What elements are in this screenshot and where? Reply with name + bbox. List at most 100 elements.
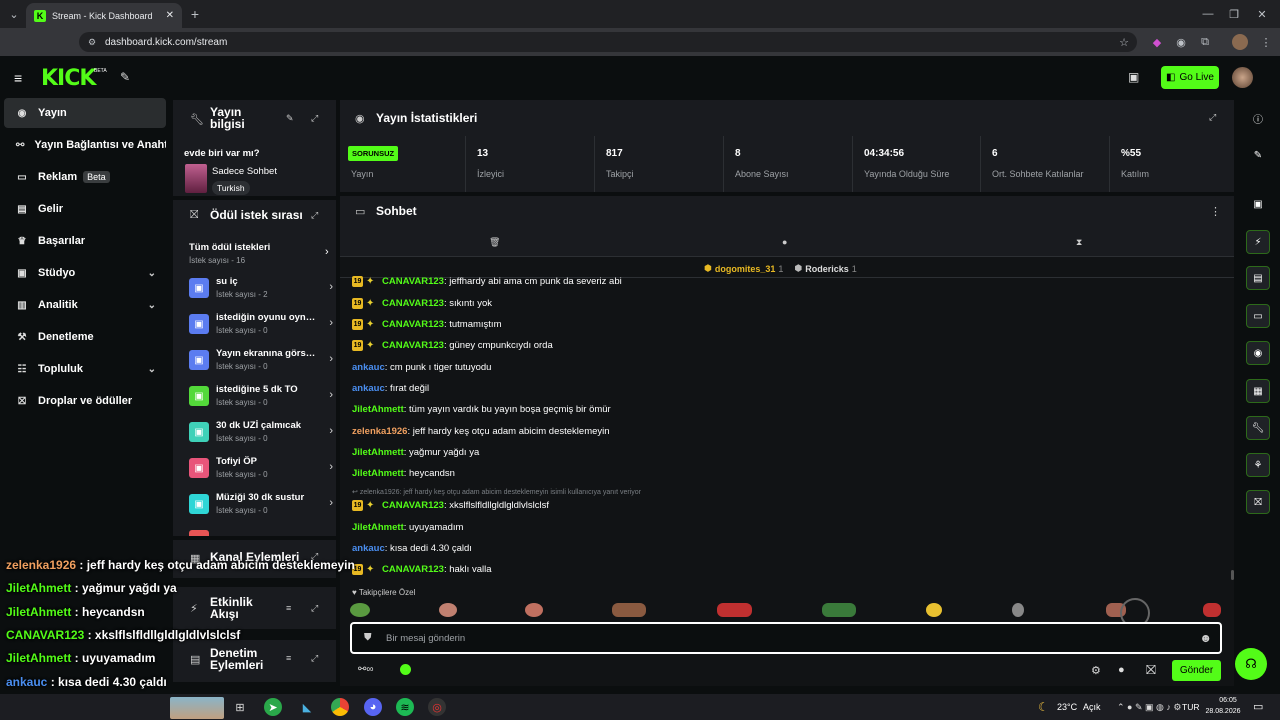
extension-icon[interactable]: ◆	[1149, 34, 1165, 50]
tab-close-icon[interactable]: ✕	[166, 10, 174, 21]
chat-message[interactable]: JiletAhmett: tüm yayın vardık bu yayın b…	[352, 402, 611, 416]
chat-username[interactable]: CANAVAR123	[382, 340, 444, 351]
sidebar-item-reklam[interactable]: ▭ Reklam Beta	[4, 162, 166, 192]
chat-message[interactable]: 19 ✦ CANAVAR123: sıkıntı yok	[352, 296, 492, 310]
expand-icon[interactable]: ⤢	[311, 603, 318, 614]
emote-icon[interactable]	[612, 603, 646, 617]
chat-message[interactable]: JiletAhmett: heycandsn	[352, 466, 455, 480]
expand-icon[interactable]: ⤢	[1209, 112, 1216, 123]
channel-rail-icon[interactable]: ▦	[1246, 379, 1270, 403]
stats-rail-icon[interactable]: ◉	[1246, 341, 1270, 365]
tray-icons[interactable]: ⌃ ● ✎ ▣ ◍ ♪ ⚙	[1117, 702, 1181, 713]
emote-icon[interactable]	[439, 603, 457, 617]
expand-icon[interactable]: ⤢	[311, 210, 318, 221]
chat-username[interactable]: JiletAhmett	[352, 468, 404, 479]
weather-temp[interactable]: 23°C	[1057, 702, 1077, 712]
chat-bubble-icon[interactable]: ●	[782, 237, 787, 247]
chat-message[interactable]: ankauc: cm punk ı tiger tutuyodu	[352, 360, 491, 374]
emoji-icon[interactable]: ☻	[1199, 631, 1212, 645]
sidebar-item-studyo[interactable]: ▣ Stüdyo ⌄	[4, 258, 166, 288]
emote-icon[interactable]	[350, 603, 370, 617]
extensions-puzzle-icon[interactable]: ⧉	[1197, 34, 1213, 50]
filter-icon[interactable]: ≡	[286, 653, 291, 663]
kick-points-icon[interactable]	[400, 664, 411, 675]
chat-message[interactable]: 19 ✦ CANAVAR123: güney cmpunkcıydı orda	[352, 338, 553, 352]
emote-icon[interactable]	[525, 603, 543, 617]
chat-username[interactable]: CANAVAR123	[382, 564, 444, 575]
sidebar-item-gelir[interactable]: ▤ Gelir	[4, 194, 166, 224]
expand-icon[interactable]: ⤢	[311, 113, 318, 124]
notifications-icon[interactable]: ▭	[1253, 700, 1263, 713]
restore-icon[interactable]: ❐	[1226, 6, 1242, 22]
reward-item[interactable]: ▣ 30 dk UZİ çalmıcak İstek sayısı - 0 ›	[189, 420, 333, 450]
send-button[interactable]: Gönder	[1172, 660, 1221, 681]
window-close-icon[interactable]: ✕	[1254, 6, 1270, 22]
chat-username[interactable]: ankauc	[352, 383, 385, 394]
kick-logo[interactable]: KICK	[41, 66, 96, 91]
chat-username[interactable]: CANAVAR123	[382, 298, 444, 309]
chat-message[interactable]: 19 ✦ CANAVAR123: tutmamıştım	[352, 317, 502, 331]
filter-icon[interactable]: ≡	[286, 603, 291, 613]
category-name[interactable]: Sadece Sohbet	[212, 166, 277, 177]
emote-icon[interactable]	[822, 603, 856, 617]
wrench-rail-icon[interactable]: 🔧︎	[1246, 416, 1270, 440]
hamburger-menu-icon[interactable]: ≡	[14, 70, 22, 86]
chevron-right-icon[interactable]: ›	[325, 246, 329, 258]
emote-icon[interactable]	[1012, 603, 1024, 617]
clock-time[interactable]: 06:05	[1213, 697, 1243, 704]
chrome-menu-icon[interactable]: ⋮	[1258, 34, 1274, 50]
chat-username[interactable]: ankauc	[352, 362, 385, 373]
omnibox[interactable]: ⚙ dashboard.kick.com/stream ☆	[79, 32, 1137, 52]
wallet-rail-icon[interactable]: ▣	[1246, 192, 1270, 216]
chat-username[interactable]: JiletAhmett	[352, 522, 404, 533]
extension-2-icon[interactable]: ◉	[1173, 34, 1189, 50]
trash-icon[interactable]: 🗑︎	[489, 237, 500, 248]
obs-taskbar-icon[interactable]: ◎	[428, 698, 446, 716]
activity-rail-icon[interactable]: ⚘	[1246, 453, 1270, 477]
chat-message[interactable]: zelenka1926: jeff hardy keş otçu adam ab…	[352, 424, 610, 438]
user-avatar[interactable]	[1232, 67, 1253, 88]
edit-icon[interactable]: ✎	[286, 113, 294, 124]
profile-avatar[interactable]	[1232, 34, 1248, 50]
reward-item[interactable]: ▣ su iç İstek sayısı - 2 ›	[189, 276, 333, 306]
sidebar-item-yayin[interactable]: ◉ Yayın	[4, 98, 166, 128]
emote-icon[interactable]	[1203, 603, 1221, 617]
settings-icon[interactable]: ⚙	[1091, 664, 1101, 677]
taskbar-app-icon[interactable]: ➤	[264, 698, 282, 716]
info-icon[interactable]: ⓘ	[1246, 106, 1270, 130]
chat-username[interactable]: JiletAhmett	[352, 404, 404, 415]
bookmark-star-icon[interactable]: ☆	[1119, 36, 1129, 49]
sidebar-item-analitik[interactable]: ▥ Analitik ⌄	[4, 290, 166, 320]
reward-item[interactable]: ▣ istediğine 5 dk TO İstek sayısı - 0 ›	[189, 384, 333, 414]
sidebar-item-denetleme[interactable]: ⚒ Denetleme	[4, 322, 166, 352]
new-tab-icon[interactable]: +	[187, 6, 203, 22]
chat-scrollbar[interactable]	[1231, 570, 1234, 580]
hourglass-icon[interactable]: ⧗	[1076, 237, 1082, 248]
chat-message[interactable]: 19 ✦ CANAVAR123: jeffhardy abi ama cm punk…	[352, 276, 622, 287]
chat-users-icon[interactable]: ●	[1118, 664, 1125, 676]
chat-message[interactable]: JiletAhmett: yağmur yağdı ya	[352, 445, 479, 459]
gift-icon[interactable]: ⛝	[1146, 662, 1156, 678]
task-view-icon[interactable]: ⊞	[231, 698, 249, 716]
emote-icon[interactable]	[926, 603, 942, 617]
all-rewards-label[interactable]: Tüm ödül istekleri	[189, 242, 270, 253]
lightning-rail-icon[interactable]: ⚡︎	[1246, 230, 1270, 254]
expand-icon[interactable]: ⤢	[311, 653, 318, 664]
reward-item[interactable]: ▣ istediğin oyunu oynarım İstek sayısı -…	[189, 312, 333, 342]
tools-icon[interactable]: ✎	[120, 70, 130, 84]
taskbar-app-icon[interactable]: ◣	[298, 698, 316, 716]
input-language[interactable]: TUR	[1182, 702, 1199, 712]
go-live-button[interactable]: ◧ Go Live	[1161, 66, 1219, 89]
minimize-icon[interactable]: —	[1200, 6, 1216, 22]
rewards-rail-icon[interactable]: ⛝	[1246, 490, 1270, 514]
list-rail-icon[interactable]: ▤	[1246, 266, 1270, 290]
taskbar-widget-image[interactable]	[170, 697, 224, 719]
chat-username[interactable]: ankauc	[352, 543, 385, 554]
chat-username[interactable]: CANAVAR123	[382, 319, 444, 330]
wallet-header-icon[interactable]: ▣	[1128, 70, 1139, 84]
chat-rail-icon[interactable]: ▭	[1246, 304, 1270, 328]
emote-icon[interactable]	[717, 603, 752, 617]
more-options-icon[interactable]: ⋮	[1210, 205, 1221, 218]
chat-message[interactable]: ankauc: kısa dedi 4.30 çaldı	[352, 541, 472, 555]
sidebar-item-basarilar[interactable]: ♛ Başarılar	[4, 226, 166, 256]
